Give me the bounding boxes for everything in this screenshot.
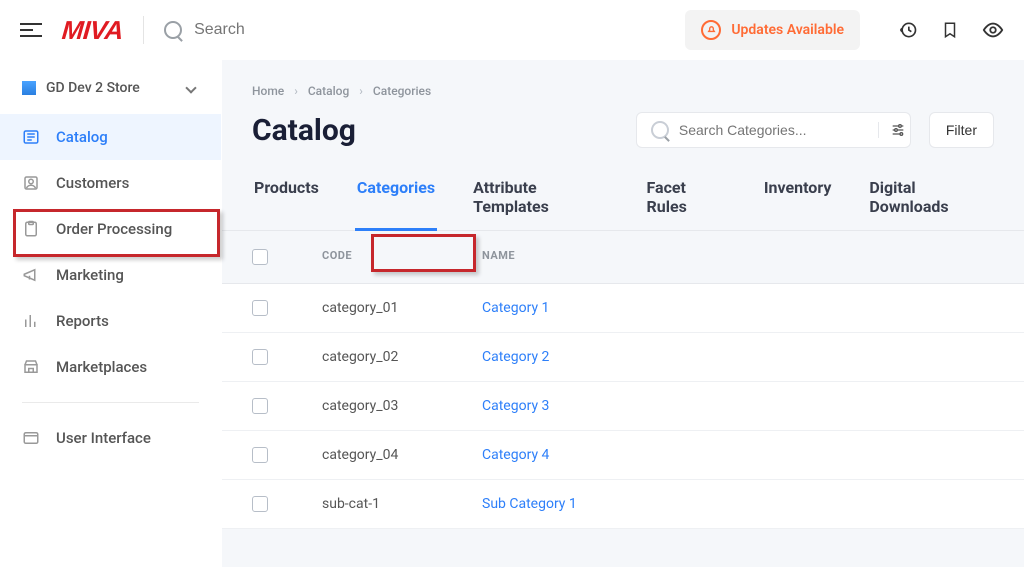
cell-name-link[interactable]: Category 1 [482,300,994,316]
select-all-checkbox[interactable] [252,249,268,265]
chevron-right-icon: › [359,84,363,98]
sidebar-item-order-processing[interactable]: Order Processing [0,206,221,252]
sidebar: GD Dev 2 Store Catalog Customers Order P… [0,60,222,567]
updates-label: Updates Available [731,22,844,38]
divider [143,16,144,44]
marketing-icon [22,266,40,284]
search-icon [164,21,182,39]
cell-code: sub-cat-1 [322,496,482,512]
row-checkbox[interactable] [252,398,268,414]
cell-code: category_01 [322,300,482,316]
tab-digital-downloads[interactable]: Digital Downloads [867,168,994,230]
tab-facet-rules[interactable]: Facet Rules [645,168,728,230]
ui-icon [22,429,40,447]
store-icon [22,81,36,95]
cell-name-link[interactable]: Category 4 [482,447,994,463]
sidebar-item-marketplaces[interactable]: Marketplaces [0,344,221,390]
table-row[interactable]: category_01 Category 1 [222,284,1024,333]
breadcrumb-item[interactable]: Home [252,84,284,98]
sliders-icon[interactable] [878,122,896,138]
breadcrumb-item[interactable]: Catalog [308,84,349,98]
sidebar-divider [22,402,199,403]
filter-button[interactable]: Filter [929,112,994,148]
tabs: Products Categories Attribute Templates … [222,168,1024,231]
table-row[interactable]: category_02 Category 2 [222,333,1024,382]
search-input[interactable] [194,21,394,39]
categories-table: CODE NAME category_01 Category 1 categor… [222,231,1024,529]
table-header-row: CODE NAME [222,231,1024,284]
tab-categories[interactable]: Categories [355,168,437,230]
cell-code: category_03 [322,398,482,414]
reports-icon [22,312,40,330]
catalog-icon [22,128,40,146]
updates-available-button[interactable]: Updates Available [685,10,860,50]
bell-icon [701,20,721,40]
category-search-input[interactable] [679,122,860,138]
topbar: MIVA Updates Available [0,0,1024,60]
sidebar-item-customers[interactable]: Customers [0,160,221,206]
breadcrumb-item[interactable]: Categories [373,84,431,98]
row-checkbox[interactable] [252,349,268,365]
row-checkbox[interactable] [252,447,268,463]
bookmark-icon[interactable] [940,20,960,40]
sidebar-item-reports[interactable]: Reports [0,298,221,344]
tab-attribute-templates[interactable]: Attribute Templates [471,168,610,230]
sidebar-item-marketing[interactable]: Marketing [0,252,221,298]
main: Home › Catalog › Categories Catalog Filt… [222,60,1024,567]
sidebar-item-label: User Interface [56,429,151,447]
eye-icon[interactable] [982,20,1004,40]
table-row[interactable]: category_04 Category 4 [222,431,1024,480]
cell-name-link[interactable]: Category 2 [482,349,994,365]
row-checkbox[interactable] [252,300,268,316]
category-search[interactable] [636,112,911,148]
menu-toggle[interactable] [20,23,42,37]
sidebar-item-label: Reports [56,312,109,330]
tab-products[interactable]: Products [252,168,321,230]
table-row[interactable]: sub-cat-1 Sub Category 1 [222,480,1024,529]
sidebar-item-label: Customers [56,174,129,192]
cell-code: category_02 [322,349,482,365]
cell-name-link[interactable]: Category 3 [482,398,994,414]
cell-name-link[interactable]: Sub Category 1 [482,496,994,512]
logo[interactable]: MIVA [61,15,125,46]
store-selector[interactable]: GD Dev 2 Store [0,80,221,114]
sidebar-item-label: Marketing [56,266,124,284]
history-icon[interactable] [898,20,918,40]
column-header-name[interactable]: NAME [482,249,994,265]
sidebar-item-label: Order Processing [56,220,172,238]
column-header-code[interactable]: CODE [322,249,482,265]
sidebar-item-user-interface[interactable]: User Interface [0,415,221,461]
sidebar-item-label: Catalog [56,128,108,146]
chevron-right-icon: › [294,84,298,98]
marketplaces-icon [22,358,40,376]
breadcrumb: Home › Catalog › Categories [222,60,1024,98]
orders-icon [22,220,40,238]
sidebar-item-catalog[interactable]: Catalog [0,114,221,160]
page-title: Catalog [252,113,618,148]
customers-icon [22,174,40,192]
table-row[interactable]: category_03 Category 3 [222,382,1024,431]
chevron-down-icon [185,82,196,93]
sidebar-item-label: Marketplaces [56,358,147,376]
search-icon [651,121,669,139]
cell-code: category_04 [322,447,482,463]
store-name: GD Dev 2 Store [46,80,140,96]
tab-inventory[interactable]: Inventory [762,168,834,230]
row-checkbox[interactable] [252,496,268,512]
global-search[interactable] [164,21,424,39]
